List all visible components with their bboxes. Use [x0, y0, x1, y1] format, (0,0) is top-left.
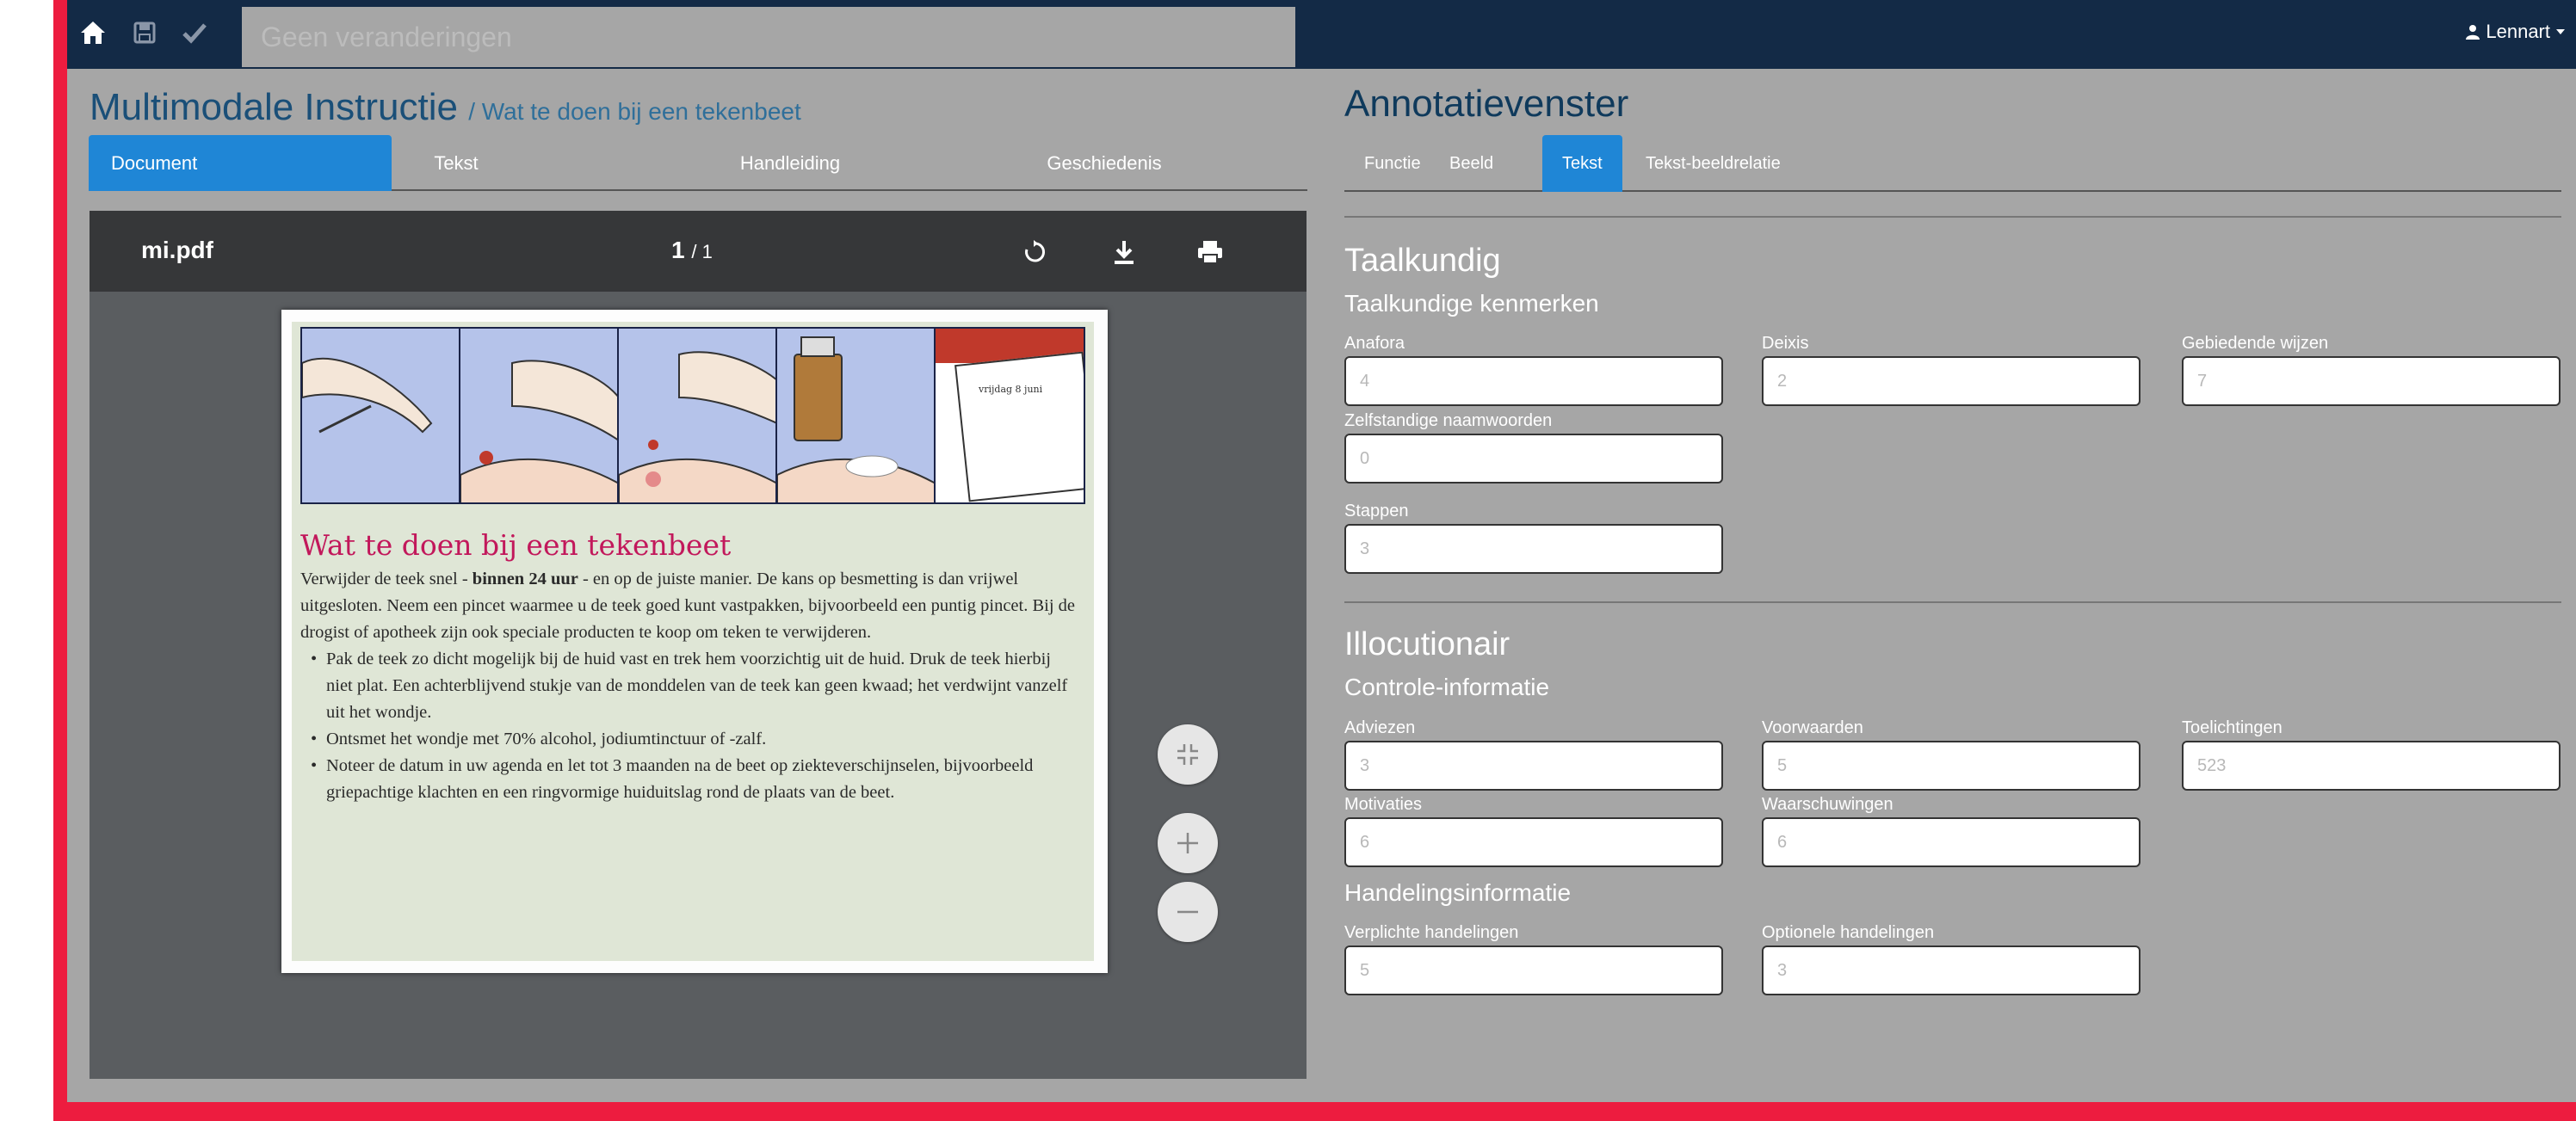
document-body: Verwijder de teek snel - binnen 24 uur -…	[300, 566, 1079, 806]
illustration-panel	[619, 329, 777, 502]
section-taalkundig: Taalkundig	[1344, 243, 1501, 279]
title-sub: / Wat te doen bij een tekenbeet	[468, 98, 801, 125]
annotation-title: Annotatievenster	[1344, 83, 1629, 125]
print-icon[interactable]	[1191, 233, 1229, 271]
home-icon[interactable]	[76, 15, 110, 50]
tab-tekst-annotation[interactable]: Tekst	[1542, 135, 1622, 192]
tab-geschiedenis[interactable]: Geschiedenis	[1010, 135, 1199, 191]
divider	[1344, 216, 2561, 218]
navbar: Geen veranderingen Lennart	[67, 0, 2576, 69]
document-intro: Verwijder de teek snel - binnen 24 uur -…	[300, 566, 1079, 646]
page-total: / 1	[691, 241, 713, 262]
comic-date-label: vrijdag 8 juni	[979, 384, 1043, 395]
rotate-icon[interactable]	[1016, 233, 1053, 271]
tab-beeld[interactable]: Beeld	[1449, 135, 1493, 192]
list-item: Ontsmet het wondje met 70% alcohol, jodi…	[300, 726, 1079, 753]
title-main: Multimodale Instructie	[90, 86, 458, 128]
user-menu[interactable]: Lennart	[2465, 21, 2566, 43]
adviezen-input[interactable]: 3	[1344, 741, 1723, 791]
label-zelfstandige-naamwoorden: Zelfstandige naamwoorden	[1344, 411, 1553, 430]
page-title: Multimodale Instructie / Wat te doen bij…	[90, 86, 801, 129]
compress-icon	[1177, 744, 1198, 765]
left-tabs: Document Tekst Handleiding Geschiedenis	[89, 135, 1307, 191]
waarschuwingen-input[interactable]: 6	[1762, 817, 2140, 867]
save-icon[interactable]	[127, 15, 162, 50]
label-verplichte-handelingen: Verplichte handelingen	[1344, 923, 1519, 942]
intro-bold: binnen 24 uur	[472, 570, 578, 588]
section-illocutionair: Illocutionair	[1344, 626, 1510, 662]
download-icon[interactable]	[1105, 233, 1143, 271]
label-toelichtingen: Toelichtingen	[2182, 718, 2283, 737]
illustration-panel	[302, 329, 460, 502]
subsection-kenmerken: Taalkundige kenmerken	[1344, 290, 1599, 317]
list-item: Noteer de datum in uw agenda en let tot …	[300, 753, 1079, 806]
list-item: Pak de teek zo dicht mogelijk bij de hui…	[300, 646, 1079, 726]
pdf-page-content: vrijdag 8 juni Wat te doen bij een teken…	[292, 322, 1094, 961]
label-gebiedende-wijzen: Gebiedende wijzen	[2182, 334, 2329, 353]
tab-tekst-beeldrelatie[interactable]: Tekst-beeldrelatie	[1646, 135, 1781, 192]
zelfstandige-naamwoorden-input[interactable]: 0	[1344, 434, 1723, 484]
fit-page-button[interactable]	[1158, 724, 1218, 785]
label-optionele-handelingen: Optionele handelingen	[1762, 923, 1935, 942]
label-anafora: Anafora	[1344, 334, 1405, 353]
subsection-handeling: Handelingsinformatie	[1344, 879, 1572, 906]
pdf-page: vrijdag 8 juni Wat te doen bij een teken…	[281, 310, 1108, 973]
motivaties-input[interactable]: 6	[1344, 817, 1723, 867]
tab-document[interactable]: Document	[89, 135, 392, 191]
illustration-strip: vrijdag 8 juni	[300, 327, 1085, 504]
toelichtingen-input[interactable]: 523	[2182, 741, 2561, 791]
illustration-panel: vrijdag 8 juni	[936, 329, 1084, 502]
app-window: Geen veranderingen Lennart Multimodale I…	[67, 0, 2576, 1102]
pdf-toolbar: mi.pdf 1 / 1	[90, 211, 1307, 292]
label-waarschuwingen: Waarschuwingen	[1762, 795, 1893, 814]
annotation-tabs: Functie Beeld Tekst Tekst-beeldrelatie	[1344, 135, 2561, 192]
tab-tekst[interactable]: Tekst	[392, 135, 521, 191]
caret-down-icon	[2556, 29, 2565, 34]
user-icon	[2466, 25, 2480, 40]
verplichte-handelingen-input[interactable]: 5	[1344, 945, 1723, 995]
label-voorwaarden: Voorwaarden	[1762, 718, 1863, 737]
document-heading: Wat te doen bij een tekenbeet	[300, 528, 732, 562]
anafora-input[interactable]: 4	[1344, 356, 1723, 406]
document-bullets: Pak de teek zo dicht mogelijk bij de hui…	[300, 646, 1079, 806]
check-icon[interactable]	[177, 15, 212, 50]
status-field: Geen veranderingen	[242, 7, 1295, 67]
intro-text: Verwijder de teek snel -	[300, 570, 473, 588]
pdf-filename: mi.pdf	[141, 237, 213, 263]
subsection-controle: Controle-informatie	[1344, 674, 1550, 700]
label-motivaties: Motivaties	[1344, 795, 1423, 814]
user-name: Lennart	[2486, 21, 2550, 42]
zoom-in-button[interactable]	[1158, 813, 1218, 873]
zoom-out-button[interactable]	[1158, 882, 1218, 942]
label-stappen: Stappen	[1344, 502, 1409, 520]
voorwaarden-input[interactable]: 5	[1762, 741, 2140, 791]
tab-functie[interactable]: Functie	[1364, 135, 1421, 192]
minus-icon	[1177, 910, 1198, 914]
illustration-panel	[777, 329, 936, 502]
page-current: 1	[671, 237, 685, 263]
pdf-page-indicator: 1 / 1	[671, 237, 713, 264]
deixis-input[interactable]: 2	[1762, 356, 2140, 406]
stappen-input[interactable]: 3	[1344, 524, 1723, 574]
label-adviezen: Adviezen	[1344, 718, 1416, 737]
illustration-panel	[460, 329, 619, 502]
optionele-handelingen-input[interactable]: 3	[1762, 945, 2140, 995]
gebiedende-wijzen-input[interactable]: 7	[2182, 356, 2561, 406]
plus-icon	[1177, 833, 1198, 853]
divider	[1344, 601, 2561, 603]
tab-handleiding[interactable]: Handleiding	[700, 135, 880, 191]
label-deixis: Deixis	[1762, 334, 1809, 353]
pdf-viewer: mi.pdf 1 / 1 vrijdag 8 juni Wat te doen …	[90, 211, 1307, 1079]
